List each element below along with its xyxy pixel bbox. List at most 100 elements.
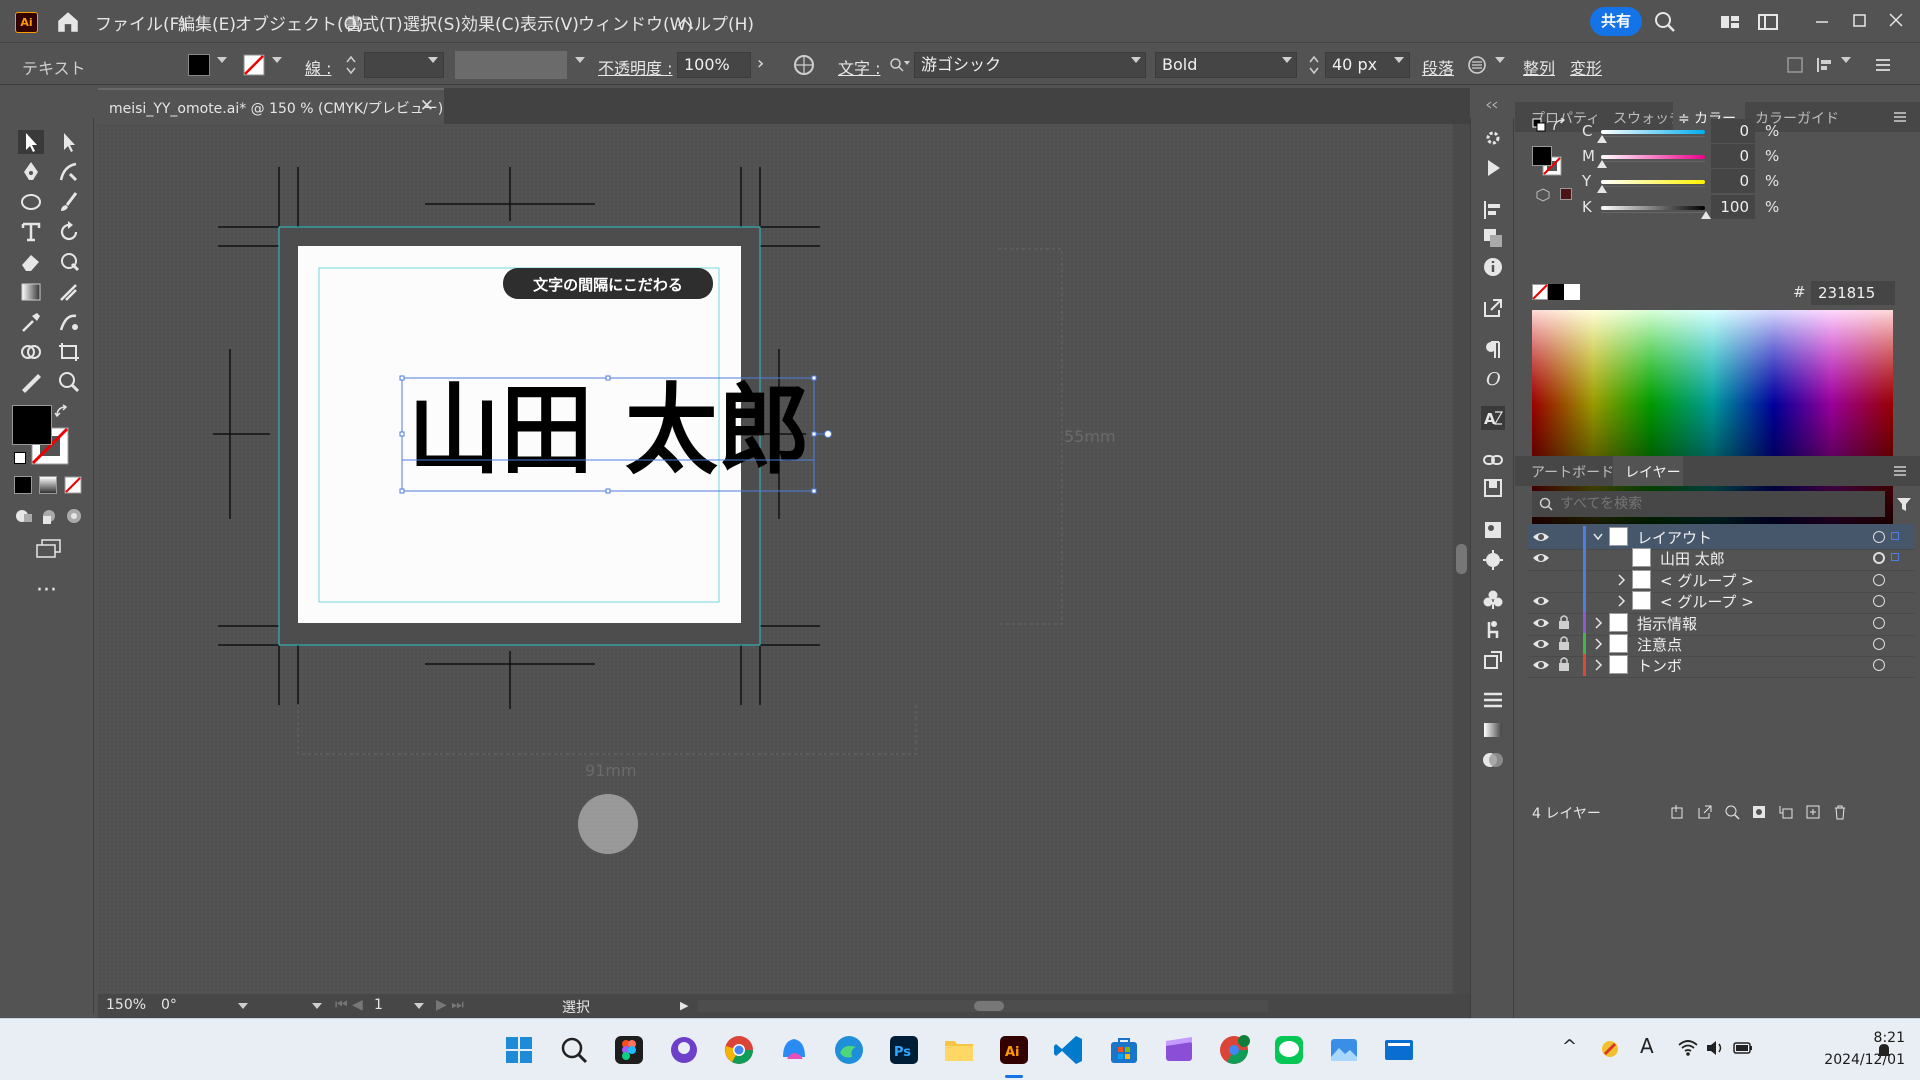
gradient-tool-icon[interactable] [18,280,44,304]
name-text[interactable]: 山田 太郎 [408,374,810,488]
stroke-weight-field[interactable] [364,52,444,78]
gamut-warning-swatch[interactable] [1560,188,1572,200]
eyedropper-tool-icon[interactable] [18,310,44,334]
stroke-panel-icon[interactable] [1481,688,1505,712]
fill-color-front[interactable] [12,405,52,445]
vertical-scroll-thumb[interactable] [1456,544,1467,574]
target-icon[interactable] [1873,659,1885,671]
start-icon[interactable] [502,1033,536,1067]
notification-bell-icon[interactable] [1875,1041,1893,1059]
image-trace-icon[interactable] [1481,518,1505,542]
horizontal-scroll-thumb[interactable] [974,1001,1004,1011]
visibility-off-toggle[interactable] [1532,571,1550,589]
visibility-eye-icon[interactable] [1532,592,1550,610]
channel-value-field[interactable]: 100 [1711,195,1755,219]
white-color-swatch[interactable] [1564,284,1580,300]
workspace-switcher-icon[interactable] [1718,10,1742,34]
layer-name[interactable]: < グループ > [1660,591,1754,612]
rotate-tool-icon[interactable] [56,220,82,244]
clipchamp-icon[interactable] [1162,1033,1196,1067]
visibility-eye-icon[interactable] [1532,614,1550,632]
target-icon[interactable] [1873,574,1885,586]
rotation-dropdown-icon[interactable] [312,1003,322,1009]
visibility-eye-icon[interactable] [1532,528,1550,546]
symbols-icon[interactable] [1481,588,1505,612]
control-bar-menu-icon[interactable] [1873,55,1893,75]
info-icon[interactable] [1481,255,1505,279]
links-icon[interactable] [1481,448,1505,472]
gradient-mode-icon[interactable] [39,476,57,494]
distribute-icon[interactable] [1815,55,1835,75]
vertical-scrollbar[interactable] [1453,124,1470,994]
swap-fill-stroke-icon[interactable] [1552,118,1566,132]
visibility-eye-icon[interactable] [1532,635,1550,653]
tray-overflow-icon[interactable]: ^ [1562,1036,1577,1057]
channel-slider-thumb[interactable] [1597,135,1607,143]
collect-export-icon[interactable] [1670,804,1686,820]
none-color-swatch[interactable] [1532,284,1548,300]
filter-icon[interactable] [1895,495,1913,513]
artboard-tool-icon[interactable] [56,340,82,364]
file-explorer-icon[interactable] [942,1033,976,1067]
close-tab-icon[interactable]: ✕ [420,96,434,116]
zoom-tool-icon[interactable] [56,370,82,394]
blend-tool-icon[interactable] [56,310,82,334]
selected-art-indicator[interactable] [1891,532,1899,540]
actions-play-icon[interactable] [1481,156,1505,180]
target-icon[interactable] [1873,595,1885,607]
opacity-arrow-icon[interactable]: › [757,53,764,74]
menu-edit[interactable]: 編集(E) [178,10,236,35]
arrange-documents-icon[interactable] [1756,10,1780,34]
canvas[interactable]: 文字の間隔にこだわる 山田 太郎 55mm 91mm [98,124,1453,994]
zoom-dropdown-icon[interactable] [238,1003,248,1009]
pathfinder-icon[interactable] [1481,226,1505,250]
menu-window[interactable]: ウィンドウ(W) [578,10,693,35]
illustrator-taskbar-icon[interactable]: Ai [997,1033,1031,1067]
black-color-swatch[interactable] [1548,284,1564,300]
eraser-tool-icon[interactable] [18,250,44,274]
delete-layer-icon[interactable] [1832,804,1848,820]
appearance-icon[interactable] [1481,548,1505,572]
direct-selection-tool-icon[interactable] [56,130,82,154]
swap-colors-icon[interactable] [54,404,70,420]
paintbrush-tool-icon[interactable] [56,190,82,214]
expand-chevron-icon[interactable] [1593,638,1603,650]
document-tab[interactable]: meisi_YY_omote.ai* @ 150 % (CMYK/プレビュー) … [98,88,444,124]
photos-icon[interactable] [1327,1033,1361,1067]
stroke-none-swatch[interactable] [243,54,265,76]
visibility-eye-icon[interactable] [1532,656,1550,674]
ellipse-tool-icon[interactable] [18,190,44,214]
artboard-number[interactable]: 1 [374,997,383,1013]
tab-artboards[interactable]: アートボード [1531,462,1614,482]
default-fill-stroke-icon[interactable] [1532,118,1546,132]
type-tool-icon[interactable] [18,220,44,244]
font-size-stepper-icon[interactable] [1308,54,1320,76]
channel-slider-thumb[interactable] [1701,211,1711,219]
stroke-label[interactable]: 線 : [305,55,331,79]
none-mode-icon[interactable] [64,476,82,494]
stroke-weight-dropdown-icon[interactable] [428,57,438,63]
visibility-eye-icon[interactable] [1532,549,1550,567]
libraries-icon[interactable] [1481,476,1505,500]
lock-icon[interactable] [1557,635,1571,651]
character-label[interactable]: 文字 : [838,55,880,79]
font-family-field[interactable]: 游ゴシック [914,52,1146,78]
wifi-icon[interactable] [1677,1039,1699,1057]
artboard-dropdown-icon[interactable] [414,1003,424,1009]
export-layer-icon[interactable] [1697,804,1713,820]
opacity-field[interactable]: 100% [677,52,751,78]
isolate-icon[interactable] [1785,55,1805,75]
line-icon[interactable] [1272,1033,1306,1067]
selection-tool-icon[interactable] [18,130,44,154]
paragraph-icon[interactable] [1481,338,1505,362]
font-search-dropdown-icon[interactable] [904,61,910,65]
layer-row[interactable]: トンボ [1527,652,1914,678]
transform-panel-icon[interactable] [1481,648,1505,672]
locate-object-icon[interactable] [1724,804,1740,820]
fill-dropdown-icon[interactable] [217,57,227,63]
menu-select[interactable]: 選択(S) [403,10,461,35]
opacity-label[interactable]: 不透明度 : [598,55,672,79]
transparency-icon[interactable] [1481,748,1505,772]
maximize-icon[interactable] [1847,10,1871,34]
volume-icon[interactable] [1705,1039,1725,1057]
